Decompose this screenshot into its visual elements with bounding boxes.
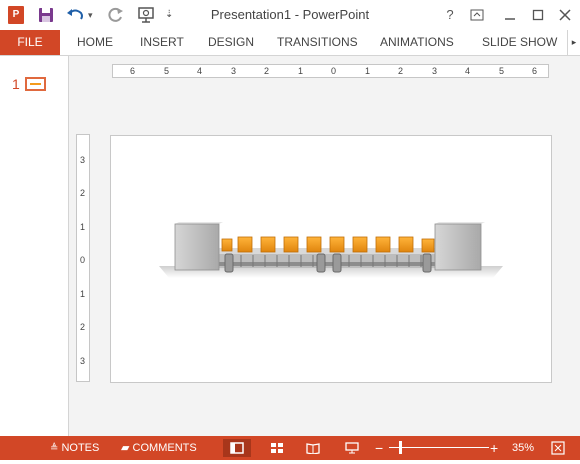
horizontal-ruler: 6 5 4 3 2 1 0 1 2 3 4 5 6 [112, 64, 549, 78]
help-icon[interactable]: ? [441, 5, 459, 25]
slide-thumbnail[interactable] [25, 77, 46, 91]
notes-button[interactable]: ≜ NOTES [50, 436, 99, 460]
fit-slide-to-window-icon[interactable] [551, 436, 565, 460]
minimize-icon[interactable] [501, 5, 519, 25]
comments-label: COMMENTS [132, 442, 197, 454]
ruler-tick-label: 6 [130, 66, 136, 76]
tab-design[interactable]: DESIGN [208, 30, 254, 55]
slide-sorter-view-button[interactable] [263, 439, 291, 457]
slide-show-view-button[interactable] [338, 439, 366, 457]
zoom-slider-thumb[interactable] [399, 441, 402, 454]
ruler-tick-label: 2 [80, 322, 86, 332]
slide-number: 1 [12, 76, 20, 92]
tab-slide-show[interactable]: SLIDE SHOW [482, 30, 557, 55]
vertical-ruler: 3 2 1 0 1 2 3 [76, 134, 90, 382]
conveyor-belt-graphic[interactable] [111, 136, 551, 382]
ruler-tick-label: 3 [80, 356, 86, 366]
title-bar: P ▾ ⇣ Presentation1 - PowerPoint ? [0, 0, 580, 30]
ruler-tick-label: 5 [499, 66, 505, 76]
status-bar: ≜ NOTES ▰ COMMENTS − + 35% [0, 436, 580, 460]
file-tab[interactable]: FILE [0, 30, 60, 55]
tab-transitions[interactable]: TRANSITIONS [277, 30, 358, 55]
notes-label: NOTES [61, 442, 100, 454]
ribbon-display-options-icon[interactable] [468, 5, 486, 25]
ruler-tick-label: 2 [398, 66, 404, 76]
ruler-tick-label: 1 [365, 66, 371, 76]
tab-home[interactable]: HOME [77, 30, 113, 55]
ruler-tick-label: 3 [231, 66, 237, 76]
ruler-tick-label: 6 [532, 66, 538, 76]
reading-view-button[interactable] [299, 439, 327, 457]
restore-icon[interactable] [529, 5, 547, 25]
ruler-tick-label: 3 [80, 155, 86, 165]
ruler-tick-label: 4 [465, 66, 471, 76]
tab-scroll-right-icon[interactable]: ▸ [567, 30, 580, 55]
ruler-tick-label: 3 [432, 66, 438, 76]
ribbon-tab-bar: FILE HOME INSERT DESIGN TRANSITIONS ANIM… [0, 30, 580, 56]
zoom-slider[interactable] [389, 447, 489, 448]
ruler-tick-label: 1 [80, 222, 86, 232]
ruler-tick-label: 0 [80, 255, 86, 265]
slide[interactable] [110, 135, 552, 383]
close-icon[interactable] [556, 5, 574, 25]
ruler-tick-label: 2 [80, 188, 86, 198]
normal-view-button[interactable] [223, 439, 251, 457]
ruler-tick-label: 2 [264, 66, 270, 76]
comment-icon: ▰ [121, 442, 130, 454]
tab-animations[interactable]: ANIMATIONS [380, 30, 454, 55]
ruler-tick-label: 1 [298, 66, 304, 76]
ruler-tick-label: 0 [331, 66, 337, 76]
ruler-tick-label: 5 [164, 66, 170, 76]
tab-insert[interactable]: INSERT [140, 30, 184, 55]
slide-thumbnail-pane: 1 [0, 56, 69, 436]
zoom-out-icon[interactable]: − [375, 436, 383, 460]
zoom-in-icon[interactable]: + [490, 436, 498, 460]
ruler-tick-label: 4 [197, 66, 203, 76]
ruler-tick-label: 1 [80, 289, 86, 299]
notes-icon: ≜ [50, 443, 59, 454]
window-title: Presentation1 - PowerPoint [210, 7, 370, 22]
zoom-level[interactable]: 35% [512, 436, 534, 460]
comments-button[interactable]: ▰ COMMENTS [121, 436, 197, 460]
